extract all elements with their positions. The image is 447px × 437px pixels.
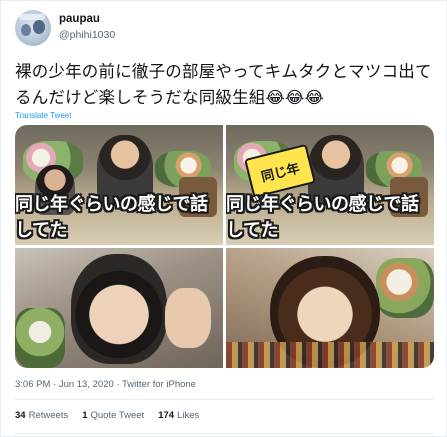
subtitle-caption: 同じ年ぐらいの感じで話してた <box>15 194 208 241</box>
media-image-4[interactable] <box>226 248 434 368</box>
hand <box>165 288 211 348</box>
avatar-detail <box>19 14 45 20</box>
media-image-3[interactable] <box>15 248 223 368</box>
avatar-detail <box>33 20 45 34</box>
tweet-card: paupau @phihi1030 裸の少年の前に徹子の部屋やってキムタクとマツ… <box>0 0 447 437</box>
quote-tweets-label: Quote Tweet <box>90 410 145 421</box>
retweets-label: Retweets <box>28 410 69 421</box>
avatar[interactable] <box>15 10 51 46</box>
tweet-header: paupau @phihi1030 <box>15 10 435 48</box>
engagement-stats: 34 Retweets 1 Quote Tweet 174 Likes <box>15 410 199 421</box>
user-handle[interactable]: @phihi1030 <box>59 29 115 41</box>
likes-count: 174 <box>158 410 175 421</box>
quote-tweets-stat[interactable]: 1 Quote Tweet <box>82 410 144 421</box>
retweets-count: 34 <box>15 410 26 421</box>
retweets-stat[interactable]: 34 Retweets <box>15 410 68 421</box>
flowers <box>376 258 434 318</box>
display-name[interactable]: paupau <box>59 13 100 25</box>
media-grid: 同じ年ぐらいの感じで話してた 同じ年 同じ年ぐらいの感じで話してた <box>15 125 434 368</box>
likes-stat[interactable]: 174 Likes <box>158 410 199 421</box>
closeup-scene <box>226 248 434 368</box>
tweet-timestamp[interactable]: 3:06 PM · Jun 13, 2020 · Twitter for iPh… <box>15 379 196 390</box>
likes-label: Likes <box>177 410 200 421</box>
avatar-detail <box>21 24 31 36</box>
patterned-cloth <box>226 342 434 368</box>
quote-tweets-count: 1 <box>82 410 88 421</box>
media-image-1[interactable]: 同じ年ぐらいの感じで話してた <box>15 125 223 245</box>
divider <box>15 433 434 434</box>
tweet-text: 裸の少年の前に徹子の部屋やってキムタクとマツコ出てるんだけど楽しそうだな同級生組… <box>15 62 432 107</box>
media-image-2[interactable]: 同じ年 同じ年ぐらいの感じで話してた <box>226 125 434 245</box>
closeup-scene <box>15 248 223 368</box>
translate-link[interactable]: Translate Tweet <box>15 111 71 120</box>
face <box>71 254 167 364</box>
flowers <box>15 308 65 368</box>
divider <box>15 399 434 400</box>
subtitle-caption: 同じ年ぐらいの感じで話してた <box>226 194 419 241</box>
